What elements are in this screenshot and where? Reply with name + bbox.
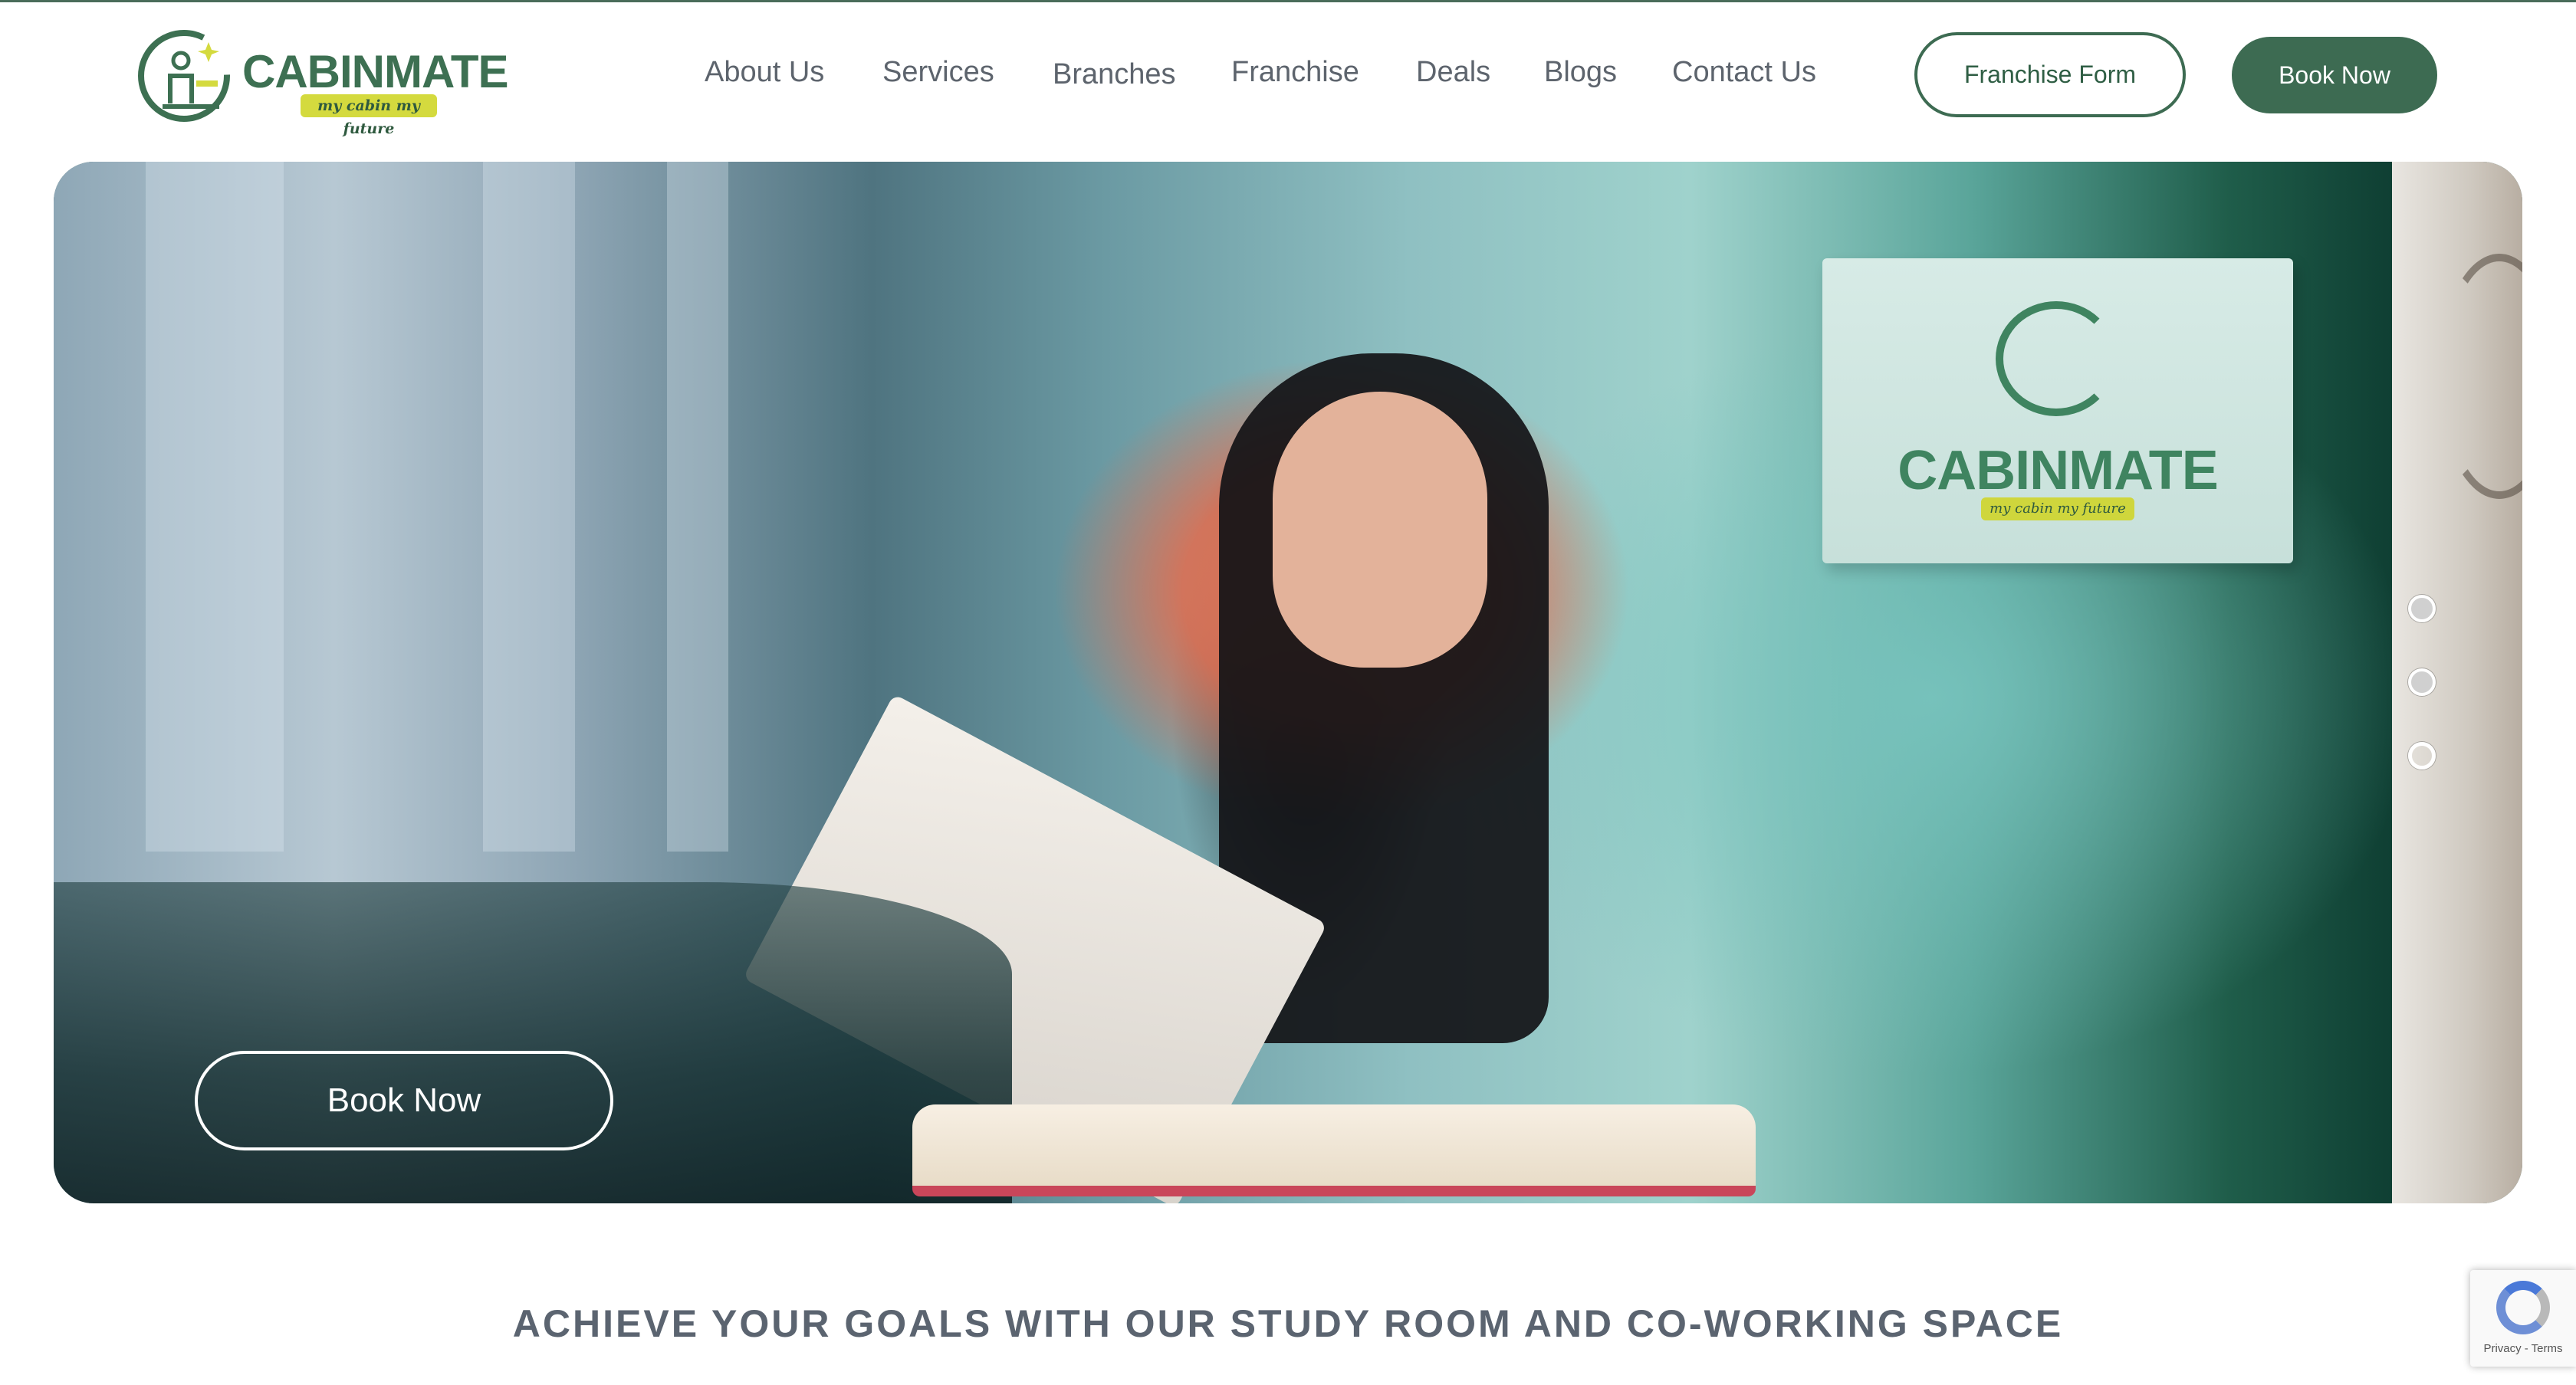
nav-contact-us[interactable]: Contact Us bbox=[1672, 56, 1816, 89]
nav-deals[interactable]: Deals bbox=[1416, 56, 1490, 89]
brand-tagline: my cabin my future bbox=[301, 94, 437, 137]
nav-franchise[interactable]: Franchise bbox=[1231, 56, 1359, 89]
header-book-now-button[interactable]: Book Now bbox=[2232, 37, 2437, 113]
glass-table bbox=[54, 882, 1012, 1203]
open-book bbox=[912, 1104, 1756, 1196]
recaptcha-links[interactable]: Privacy - Terms bbox=[2470, 1342, 2576, 1355]
hero-book-now-button[interactable]: Book Now bbox=[195, 1051, 613, 1150]
carousel-pagination bbox=[2400, 595, 2446, 779]
nav-services[interactable]: Services bbox=[882, 56, 994, 89]
franchise-form-button[interactable]: Franchise Form bbox=[1914, 32, 2186, 117]
wall-sign: CABINMATE my cabin my future bbox=[1822, 258, 2293, 563]
sign-logo-icon bbox=[1996, 301, 2117, 416]
site-header: CABINMATE my cabin my future About Us Se… bbox=[0, 2, 2576, 156]
carousel-dot-1[interactable] bbox=[2408, 595, 2436, 622]
recaptcha-badge[interactable]: Privacy - Terms bbox=[2470, 1270, 2576, 1367]
section-heading: ACHIEVE YOUR GOALS WITH OUR STUDY ROOM A… bbox=[512, 1302, 2064, 1345]
hero-carousel: CABINMATE my cabin my future Book Now bbox=[54, 162, 2522, 1203]
carousel-dot-2[interactable] bbox=[2408, 668, 2436, 696]
sign-brand-name: CABINMATE bbox=[1898, 440, 2219, 501]
carousel-dot-3[interactable] bbox=[2408, 742, 2436, 770]
nav-branches[interactable]: Branches bbox=[1053, 58, 1176, 91]
hero-slide-image: CABINMATE my cabin my future bbox=[54, 162, 2392, 1203]
nav-about-us[interactable]: About Us bbox=[705, 56, 824, 89]
main-nav: About Us Services Branches Franchise Dea… bbox=[0, 56, 2576, 94]
nav-blogs[interactable]: Blogs bbox=[1544, 56, 1617, 89]
recaptcha-icon bbox=[2496, 1281, 2550, 1334]
sign-tagline: my cabin my future bbox=[1981, 497, 2134, 520]
